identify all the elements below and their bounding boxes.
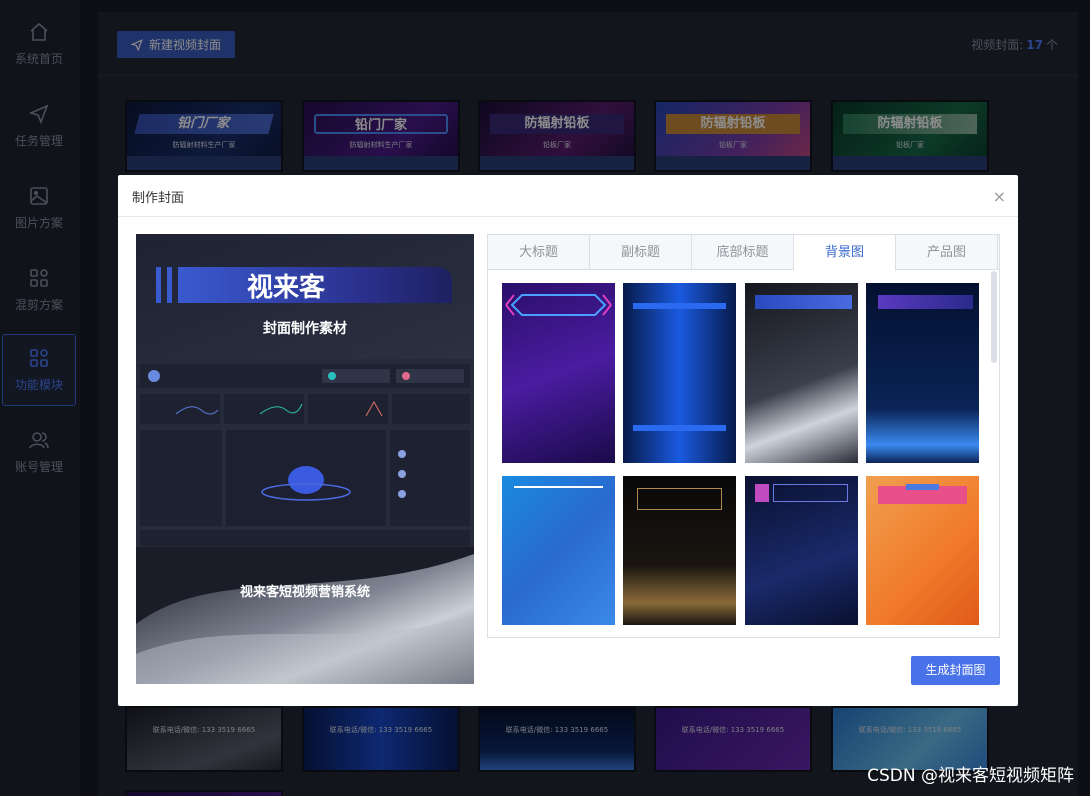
background-option[interactable]: [502, 283, 615, 463]
tab-main-title[interactable]: 大标题: [488, 235, 590, 270]
cover-preview: 视来客 封面制作素材 视来客短视频营销系统: [136, 234, 474, 684]
tab-background[interactable]: 背景图: [794, 235, 896, 271]
background-option[interactable]: [745, 283, 858, 463]
close-icon[interactable]: ×: [993, 187, 1006, 206]
preview-subtitle: 封面制作素材: [263, 320, 347, 337]
background-option[interactable]: [502, 476, 615, 625]
block: [755, 484, 769, 502]
bar: [633, 303, 726, 309]
tab-subtitle[interactable]: 副标题: [590, 235, 692, 270]
bar: [633, 425, 726, 431]
watermark: CSDN @视来客短视频矩阵: [867, 766, 1074, 786]
dialog-divider: [118, 216, 1018, 217]
frame-icon: [505, 294, 612, 316]
tab-bottom-title[interactable]: 底部标题: [692, 235, 794, 270]
frame: [637, 488, 722, 510]
make-cover-dialog: 制作封面 × 视来客 封面制作素材 视来客短视频营销系统 大标题 副标题 底部标…: [118, 175, 1018, 706]
preview-canvas: 视来客 封面制作素材 视来客短视频营销系统: [136, 234, 474, 684]
line: [514, 486, 603, 488]
bar: [755, 295, 852, 309]
frame: [773, 484, 848, 502]
background-option[interactable]: [623, 283, 736, 463]
bar: [906, 484, 939, 490]
material-panel: 大标题 副标题 底部标题 背景图 产品图: [487, 234, 1000, 638]
material-tabs: 大标题 副标题 底部标题 背景图 产品图: [488, 235, 999, 271]
background-option[interactable]: [866, 283, 979, 463]
background-option[interactable]: [623, 476, 736, 625]
dialog-title: 制作封面: [132, 191, 185, 206]
scrollbar[interactable]: [991, 271, 997, 363]
tab-product[interactable]: 产品图: [896, 235, 998, 270]
generate-cover-button[interactable]: 生成封面图: [911, 656, 1000, 685]
preview-bottom-title: 视来客短视频营销系统: [240, 584, 370, 600]
background-option[interactable]: [745, 476, 858, 625]
bar: [878, 295, 973, 309]
preview-title: 视来客: [247, 272, 326, 303]
background-option[interactable]: [866, 476, 979, 625]
